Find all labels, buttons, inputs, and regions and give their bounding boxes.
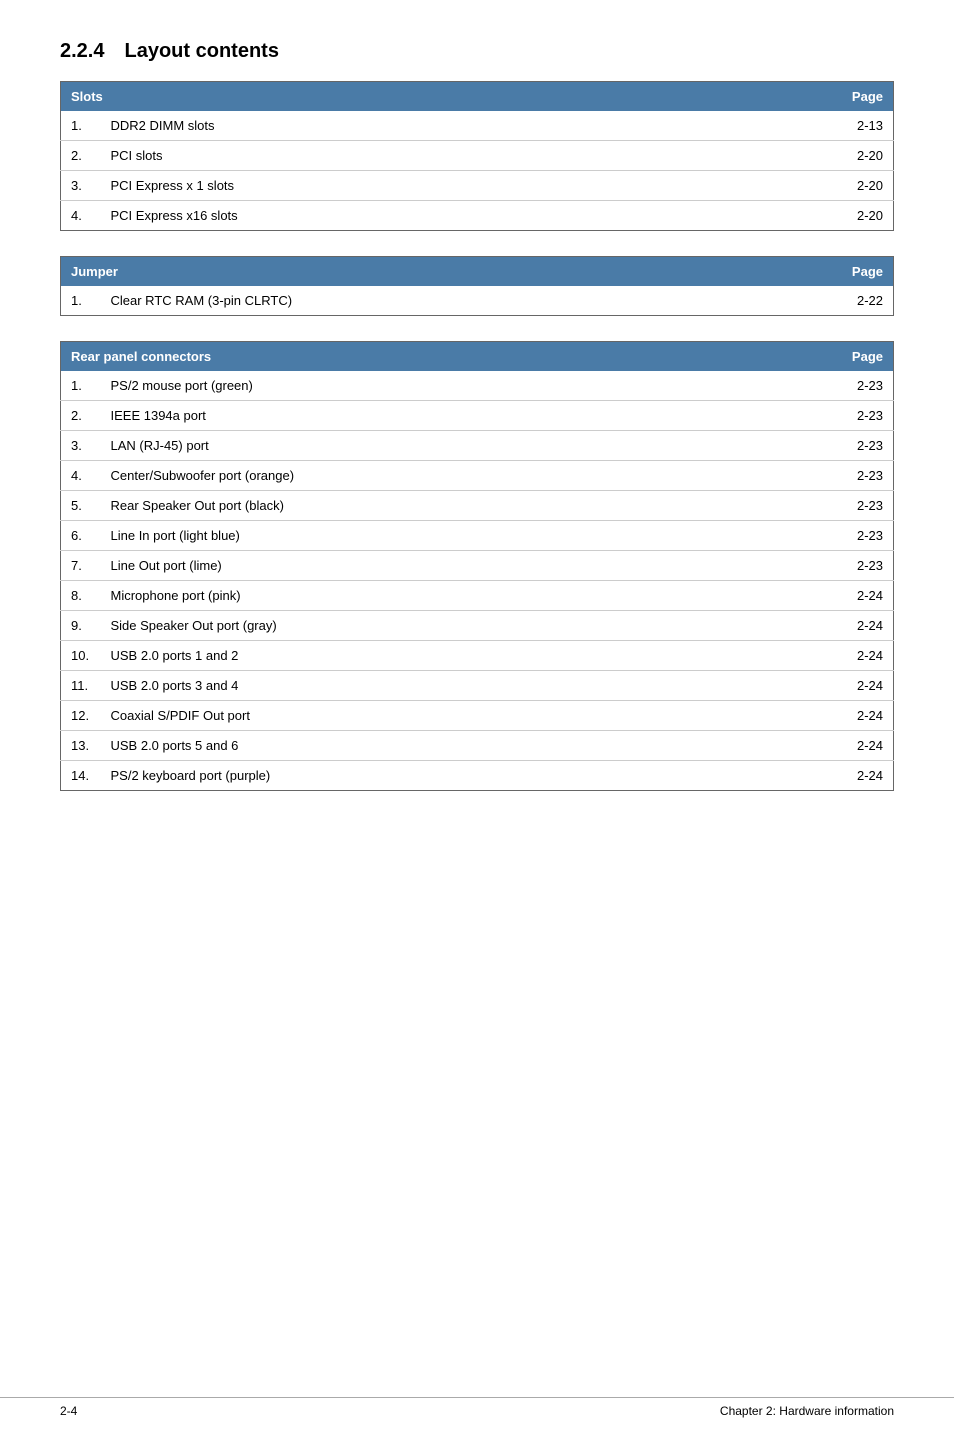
slots-header-label: Slots [61,82,688,112]
row-page: 2-24 [733,641,893,671]
section-number: 2.2.4 [60,40,104,62]
row-description: Line Out port (lime) [101,551,734,581]
row-page: 2-20 [688,141,894,171]
jumper-header-row: Jumper Page [61,257,894,287]
table-row: 14.PS/2 keyboard port (purple)2-24 [61,761,894,791]
slots-header-row: Slots Page [61,82,894,112]
row-number: 11. [61,671,101,701]
row-page: 2-24 [733,581,893,611]
row-description: PCI Express x 1 slots [101,171,688,201]
section-title: 2.2.4 Layout contents [60,40,894,63]
row-number: 7. [61,551,101,581]
footer-left: 2-4 [60,1404,77,1418]
row-description: Line In port (light blue) [101,521,734,551]
row-page: 2-24 [733,611,893,641]
rear-panel-header-page: Page [733,342,893,372]
row-number: 3. [61,431,101,461]
row-number: 1. [61,286,101,316]
footer: 2-4 Chapter 2: Hardware information [0,1397,954,1418]
slots-table: Slots Page 1.DDR2 DIMM slots2-132.PCI sl… [60,81,894,231]
jumper-header-page: Page [732,257,894,287]
table-row: 6.Line In port (light blue)2-23 [61,521,894,551]
row-number: 9. [61,611,101,641]
row-number: 13. [61,731,101,761]
row-number: 8. [61,581,101,611]
row-number: 12. [61,701,101,731]
row-description: USB 2.0 ports 3 and 4 [101,671,734,701]
rear-panel-header-label: Rear panel connectors [61,342,734,372]
row-description: LAN (RJ-45) port [101,431,734,461]
rear-panel-header-row: Rear panel connectors Page [61,342,894,372]
table-row: 8.Microphone port (pink)2-24 [61,581,894,611]
table-row: 3.LAN (RJ-45) port2-23 [61,431,894,461]
page-section: 2.2.4Layout contents Slots Page 1.DDR2 D… [60,40,894,791]
table-row: 5.Rear Speaker Out port (black)2-23 [61,491,894,521]
row-number: 2. [61,401,101,431]
row-number: 4. [61,461,101,491]
row-description: IEEE 1394a port [101,401,734,431]
table-row: 7.Line Out port (lime)2-23 [61,551,894,581]
row-page: 2-23 [733,401,893,431]
row-number: 2. [61,141,101,171]
row-page: 2-24 [733,761,893,791]
row-number: 4. [61,201,101,231]
row-description: Microphone port (pink) [101,581,734,611]
footer-right: Chapter 2: Hardware information [720,1404,894,1418]
row-page: 2-24 [733,731,893,761]
table-row: 3.PCI Express x 1 slots2-20 [61,171,894,201]
table-row: 1.Clear RTC RAM (3-pin CLRTC)2-22 [61,286,894,316]
rear-panel-table: Rear panel connectors Page 1.PS/2 mouse … [60,341,894,791]
row-number: 1. [61,371,101,401]
row-page: 2-20 [688,201,894,231]
row-description: DDR2 DIMM slots [101,111,688,141]
row-page: 2-23 [733,371,893,401]
row-number: 10. [61,641,101,671]
row-page: 2-23 [733,521,893,551]
row-number: 14. [61,761,101,791]
row-page: 2-24 [733,701,893,731]
table-row: 10.USB 2.0 ports 1 and 22-24 [61,641,894,671]
row-description: PS/2 keyboard port (purple) [101,761,734,791]
table-row: 9.Side Speaker Out port (gray)2-24 [61,611,894,641]
row-number: 6. [61,521,101,551]
row-description: USB 2.0 ports 5 and 6 [101,731,734,761]
row-page: 2-22 [732,286,894,316]
row-description: Side Speaker Out port (gray) [101,611,734,641]
jumper-table: Jumper Page 1.Clear RTC RAM (3-pin CLRTC… [60,256,894,316]
table-row: 4.PCI Express x16 slots2-20 [61,201,894,231]
row-description: Clear RTC RAM (3-pin CLRTC) [101,286,732,316]
row-page: 2-24 [733,671,893,701]
table-row: 13.USB 2.0 ports 5 and 62-24 [61,731,894,761]
row-description: Coaxial S/PDIF Out port [101,701,734,731]
row-description: Rear Speaker Out port (black) [101,491,734,521]
row-page: 2-13 [688,111,894,141]
row-number: 5. [61,491,101,521]
row-page: 2-23 [733,551,893,581]
table-row: 1.DDR2 DIMM slots2-13 [61,111,894,141]
slots-header-page: Page [688,82,894,112]
row-number: 1. [61,111,101,141]
table-row: 11.USB 2.0 ports 3 and 42-24 [61,671,894,701]
row-description: PCI slots [101,141,688,171]
table-row: 1.PS/2 mouse port (green)2-23 [61,371,894,401]
table-row: 4.Center/Subwoofer port (orange)2-23 [61,461,894,491]
row-description: PCI Express x16 slots [101,201,688,231]
row-page: 2-23 [733,431,893,461]
section-text: Layout contents [124,40,278,62]
row-page: 2-23 [733,461,893,491]
table-row: 12.Coaxial S/PDIF Out port2-24 [61,701,894,731]
jumper-header-label: Jumper [61,257,732,287]
table-row: 2.PCI slots2-20 [61,141,894,171]
row-description: PS/2 mouse port (green) [101,371,734,401]
row-description: USB 2.0 ports 1 and 2 [101,641,734,671]
row-page: 2-23 [733,491,893,521]
table-row: 2.IEEE 1394a port2-23 [61,401,894,431]
row-page: 2-20 [688,171,894,201]
row-description: Center/Subwoofer port (orange) [101,461,734,491]
row-number: 3. [61,171,101,201]
